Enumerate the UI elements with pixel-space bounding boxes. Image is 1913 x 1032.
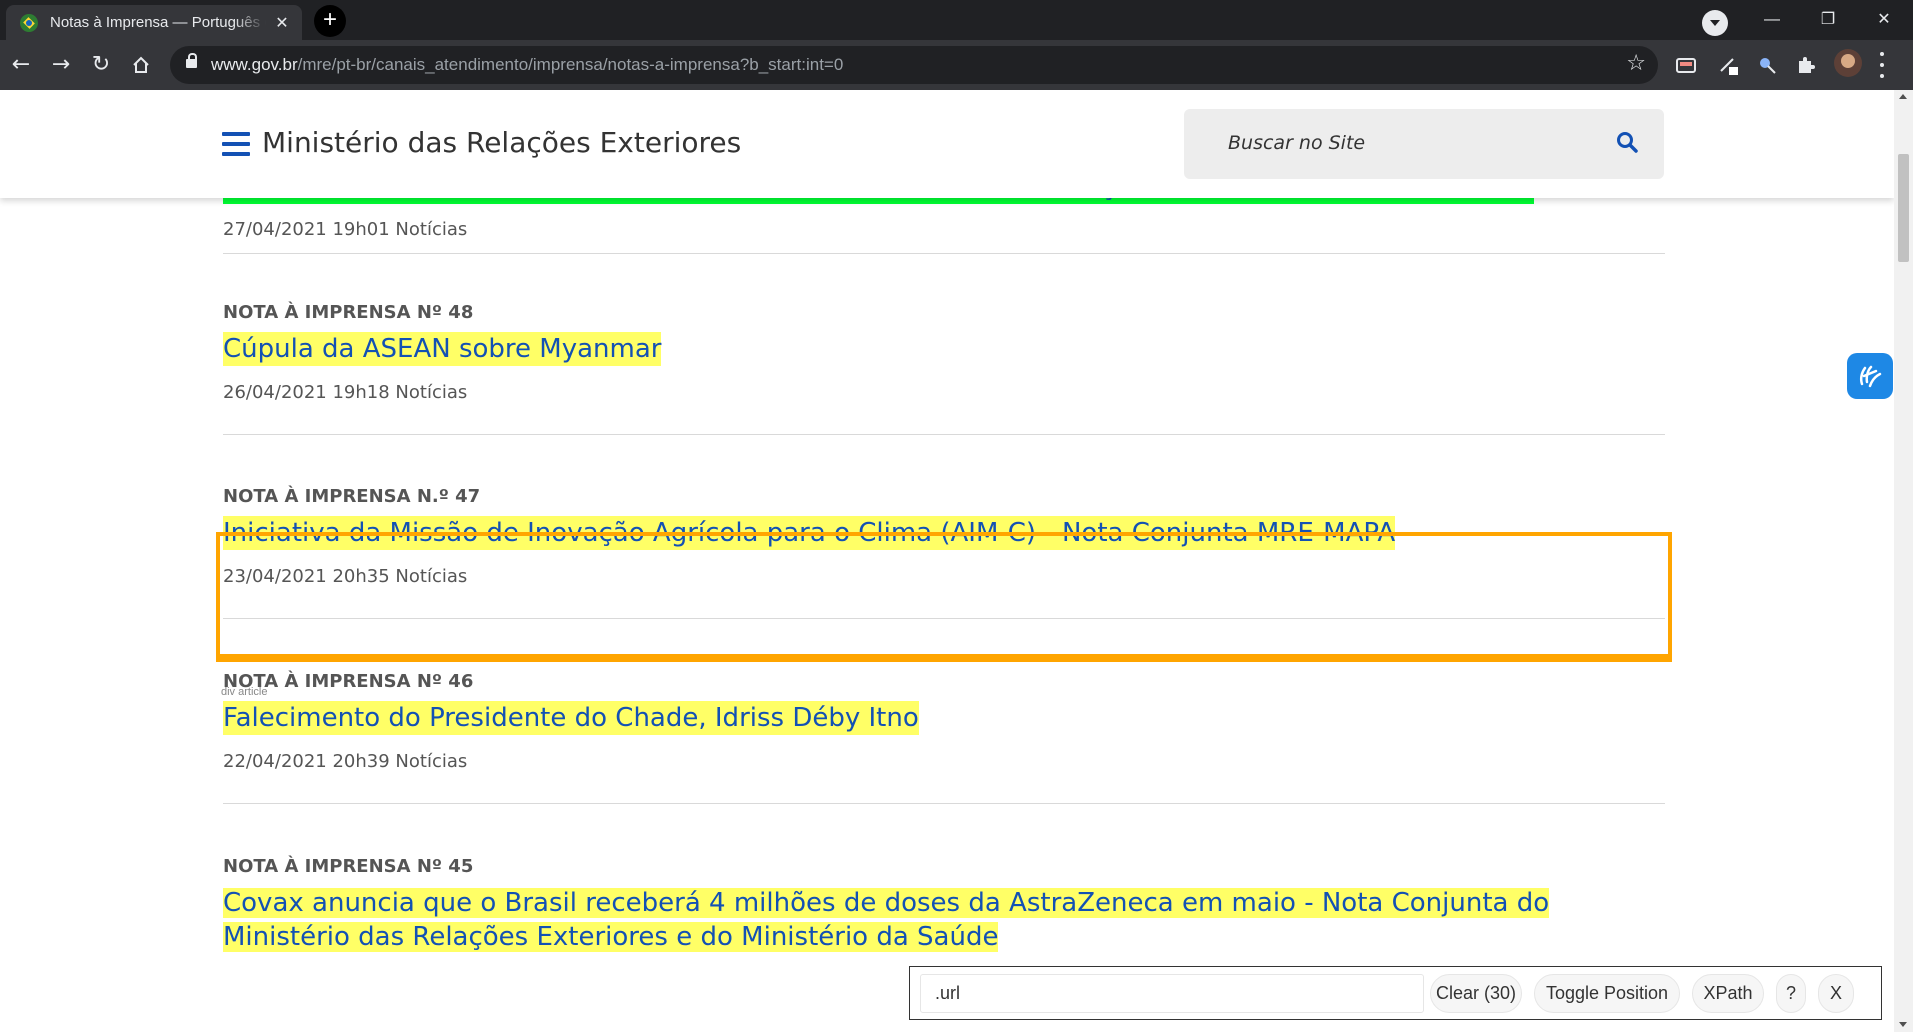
browser-toolbar: ← → ↻ www.gov.br/mre/pt-br/canais_atendi… (0, 40, 1913, 90)
element-highlight-label: div article (221, 686, 268, 698)
toggle-position-button[interactable]: Toggle Position (1534, 974, 1680, 1013)
xpath-button[interactable]: XPath (1692, 974, 1764, 1013)
news-article: NOTA À IMPRENSA Nº 46 Falecimento do Pre… (223, 671, 1665, 804)
pen-extension-icon[interactable] (1718, 54, 1740, 76)
news-article: NOTA À IMPRENSA Nº 48 Cúpula da ASEAN so… (223, 302, 1665, 435)
address-bar[interactable]: www.gov.br/mre/pt-br/canais_atendimento/… (170, 46, 1658, 84)
news-kicker: NOTA À IMPRENSA N.º 47 (223, 486, 481, 507)
news-meta: 23/04/2021 20h35 Notícias (223, 566, 468, 587)
tab-search-icon[interactable] (1702, 10, 1728, 36)
site-search-box[interactable]: Buscar no Site (1184, 109, 1664, 179)
scrollbar-thumb[interactable] (1898, 154, 1909, 262)
news-meta: 22/04/2021 20h39 Notícias (223, 751, 468, 772)
hamburger-menu-icon[interactable] (222, 132, 250, 156)
scroll-up-arrow-icon[interactable] (1899, 94, 1907, 99)
news-headline-link[interactable]: Iniciativa da Missão de Inovação Agrícol… (223, 516, 1396, 550)
browser-tab-strip: Notas à Imprensa — Português (Brasil) ✕ … (0, 0, 1913, 40)
site-header: Ministério das Relações Exteriores Busca… (0, 90, 1894, 198)
page-scrollbar[interactable] (1894, 90, 1913, 1032)
window-close-button[interactable]: ✕ (1864, 4, 1904, 36)
selector-query-input[interactable]: .url (920, 974, 1424, 1013)
news-headline-link[interactable]: Cúpula da ASEAN sobre Myanmar (223, 332, 662, 366)
window-restore-button[interactable]: ❐ (1808, 4, 1848, 36)
tab-close-icon[interactable]: ✕ (272, 13, 292, 33)
close-panel-button[interactable]: X (1818, 974, 1854, 1013)
help-button[interactable]: ? (1776, 974, 1806, 1013)
new-tab-button[interactable]: + (314, 5, 346, 37)
news-meta: 27/04/2021 19h01 Notícias (223, 219, 468, 240)
brazil-flag-favicon-icon (20, 13, 38, 32)
search-placeholder: Buscar no Site (1228, 132, 1366, 154)
selector-tool-panel: .url Clear (30) Toggle Position XPath ? … (909, 966, 1882, 1020)
back-arrow-icon[interactable]: ← (4, 48, 38, 82)
lock-icon[interactable] (186, 53, 197, 68)
url-text: www.gov.br/mre/pt-br/canais_atendimento/… (211, 55, 844, 74)
forward-arrow-icon[interactable]: → (44, 48, 78, 82)
browser-tab[interactable]: Notas à Imprensa — Português (Brasil) ✕ (6, 5, 302, 40)
scroll-down-arrow-icon[interactable] (1899, 1022, 1907, 1027)
page-viewport: Ministério das Relações Exteriores Busca… (0, 90, 1894, 1032)
reload-icon[interactable]: ↻ (84, 48, 118, 82)
news-headline-link[interactable]: Falecimento do Presidente do Chade, Idri… (223, 701, 919, 735)
news-headline-link[interactable]: Covax anuncia que o Brasil receberá 4 mi… (223, 888, 1550, 952)
news-meta: 26/04/2021 19h18 Notícias (223, 382, 468, 403)
news-kicker: NOTA À IMPRENSA Nº 45 (223, 856, 474, 877)
profile-avatar[interactable] (1834, 49, 1862, 77)
vlibras-accessibility-hands-icon[interactable] (1847, 353, 1893, 399)
news-article: NOTA À IMPRENSA N.º 47 Iniciativa da Mis… (223, 486, 1665, 619)
selector-extension-icon[interactable] (1756, 54, 1778, 76)
browser-menu-icon[interactable] (1880, 52, 1886, 78)
news-kicker: NOTA À IMPRENSA Nº 48 (223, 302, 474, 323)
cast-extension-icon[interactable] (1675, 54, 1697, 76)
window-minimize-button[interactable]: — (1752, 4, 1792, 36)
clear-button[interactable]: Clear (30) (1430, 974, 1522, 1013)
site-title[interactable]: Ministério das Relações Exteriores (262, 126, 741, 159)
extensions-puzzle-icon[interactable] (1795, 54, 1817, 76)
home-icon[interactable] (124, 48, 158, 82)
bookmark-star-icon[interactable]: ☆ (1626, 51, 1646, 76)
search-icon[interactable] (1616, 131, 1638, 153)
tab-title: Notas à Imprensa — Português (Brasil) (50, 14, 266, 31)
